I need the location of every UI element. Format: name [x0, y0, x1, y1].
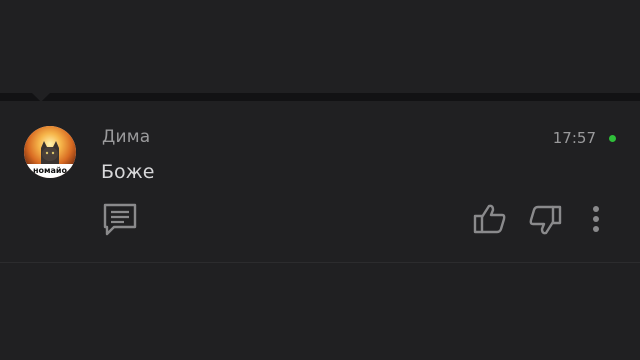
comment-item: номайо Дима 17:57 Боже [0, 101, 640, 262]
reply-button[interactable] [102, 202, 138, 238]
more-options-button[interactable] [585, 204, 607, 234]
comment-time: 17:57 [552, 129, 596, 147]
dislike-button[interactable] [527, 205, 563, 241]
online-status-dot [609, 135, 616, 142]
comment-author[interactable]: Дима [102, 127, 150, 147]
avatar-image: номайо [24, 126, 76, 178]
avatar-caption: номайо [33, 166, 68, 175]
section-divider [0, 93, 640, 101]
comment-text: Боже [101, 161, 155, 183]
thumbs-down-icon [529, 205, 562, 235]
like-button[interactable] [472, 202, 508, 238]
comment-icon [103, 203, 137, 236]
more-vertical-icon [593, 206, 599, 232]
avatar[interactable]: номайо [24, 126, 76, 178]
top-empty-area [0, 0, 640, 93]
bottom-divider [0, 262, 640, 263]
screen: номайо Дима 17:57 Боже [0, 0, 640, 360]
thumbs-up-icon [473, 204, 506, 234]
